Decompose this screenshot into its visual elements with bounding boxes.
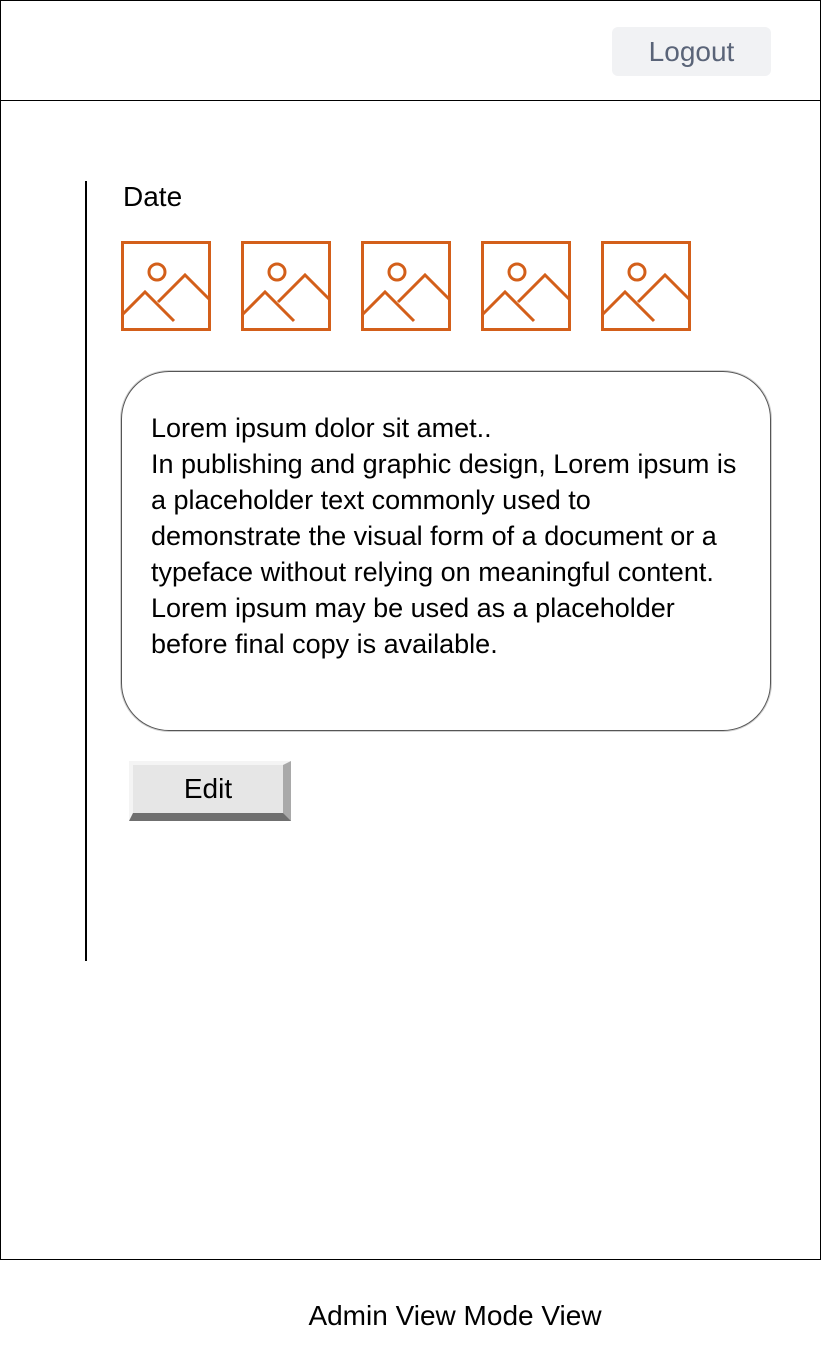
post-text-body: In publishing and graphic design, Lorem …	[151, 449, 737, 659]
view-caption: Admin View Mode View	[308, 1300, 602, 1331]
image-gallery	[121, 241, 691, 331]
image-placeholder-icon[interactable]	[361, 241, 451, 331]
timeline-line	[85, 181, 87, 961]
image-placeholder-icon[interactable]	[241, 241, 331, 331]
logout-button[interactable]: Logout	[612, 27, 771, 76]
image-placeholder-icon[interactable]	[481, 241, 571, 331]
image-placeholder-icon[interactable]	[601, 241, 691, 331]
post-entry: Date Lorem ipsum dolor sit amet.. In pub…	[85, 181, 785, 961]
image-placeholder-icon[interactable]	[121, 241, 211, 331]
post-text-box: Lorem ipsum dolor sit amet.. In publishi…	[121, 371, 771, 731]
post-date: Date	[123, 181, 183, 212]
post-text-first-line: Lorem ipsum dolor sit amet..	[151, 413, 492, 443]
edit-button[interactable]: Edit	[129, 761, 291, 821]
app-frame: Logout Date Lorem ipsum dolor sit amet..…	[0, 0, 821, 1260]
header-bar: Logout	[1, 1, 820, 101]
